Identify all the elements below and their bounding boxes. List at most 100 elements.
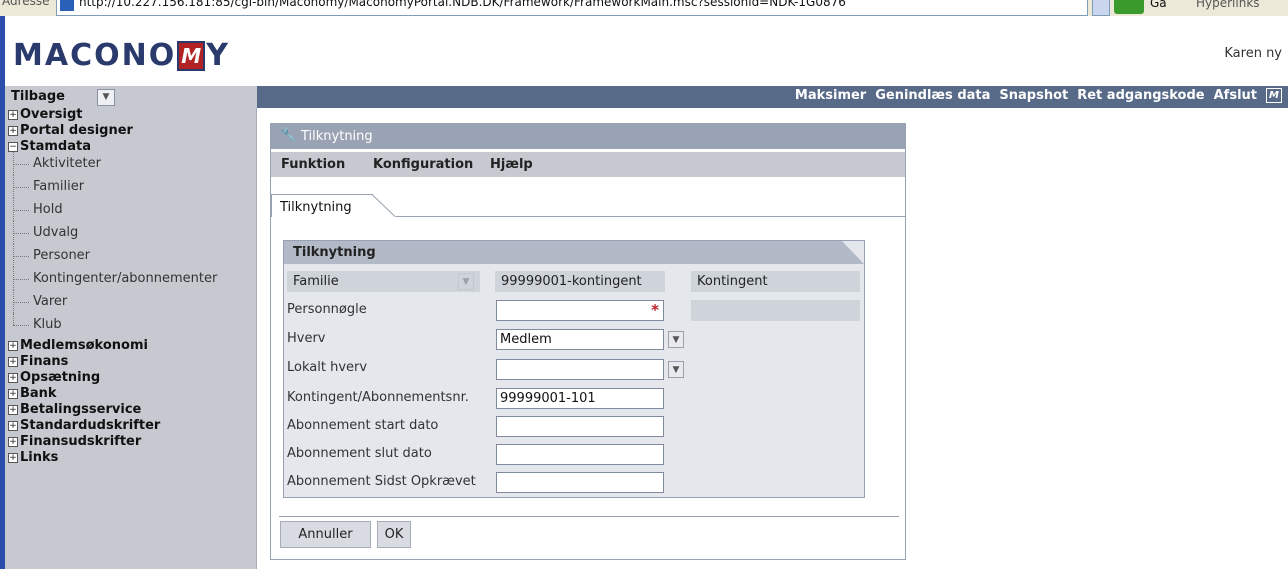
go-button[interactable]: Gå — [1150, 0, 1167, 10]
sidst-opkraevet-input[interactable] — [496, 472, 664, 493]
sidebar-category-oversigt[interactable]: + Oversigt — [5, 108, 256, 121]
chevron-down-icon: ▼ — [672, 335, 680, 345]
expand-icon[interactable]: + — [8, 357, 18, 367]
sidebar-item-personer[interactable]: Personer — [5, 244, 256, 267]
sidebar-category-finansudskrifter[interactable]: + Finansudskrifter — [5, 434, 256, 449]
links-toolbar[interactable]: Hyperlinks — [1196, 0, 1260, 10]
personnoegle-label: Personnøgle — [287, 302, 367, 317]
menu-hjaelp[interactable]: Hjælp — [490, 157, 533, 172]
top-toolbar: Tilbage ▼ Maksimer Genindlæs data Snapsh… — [5, 86, 1288, 108]
cancel-button[interactable]: Annuller — [280, 521, 371, 548]
logo-m-mark: M — [177, 41, 206, 71]
sidebar-category-label: Medlemsøkonomi — [20, 338, 148, 353]
user-name: Karen ny — [1224, 46, 1282, 61]
tilknytning-panel: 🔧 Tilknytning Funktion Konfiguration Hjæ… — [270, 123, 906, 560]
expand-icon[interactable]: + — [8, 421, 18, 431]
sidebar-category-links[interactable]: + Links — [5, 450, 256, 465]
sidebar-category-opsaetning[interactable]: + Opsætning — [5, 370, 256, 385]
sidebar-category-portal-designer[interactable]: + Portal designer — [5, 123, 256, 138]
sidebar-category-label: Finans — [20, 354, 69, 369]
expand-icon[interactable]: + — [8, 341, 18, 351]
chevron-down-icon: ▼ — [462, 277, 470, 287]
start-dato-label: Abonnement start dato — [287, 418, 439, 433]
chevron-down-icon: ▼ — [102, 92, 110, 102]
reload-data-link[interactable]: Genindlæs data — [875, 88, 990, 103]
main-content: 🔧 Tilknytning Funktion Konfiguration Hjæ… — [257, 108, 1288, 569]
collapse-icon[interactable]: − — [8, 142, 18, 152]
panel-title-bar: 🔧 Tilknytning — [271, 124, 905, 149]
familie-dropdown: ▼ — [458, 273, 474, 290]
start-dato-input[interactable] — [496, 416, 664, 437]
snapshot-link[interactable]: Snapshot — [999, 88, 1068, 103]
personnoegle-input[interactable]: * — [496, 300, 664, 321]
sidebar-category-label: Links — [20, 450, 59, 465]
logo-text-pre: MACONO — [13, 38, 177, 73]
wrench-icon: 🔧 — [280, 128, 297, 143]
slut-dato-label: Abonnement slut dato — [287, 446, 432, 461]
familie-label-cell: Familie ▼ — [287, 271, 480, 292]
ok-button[interactable]: OK — [377, 521, 411, 548]
sidebar-category-label: Betalingsservice — [20, 402, 142, 417]
menu-funktion[interactable]: Funktion — [281, 157, 345, 172]
go-arrow-icon[interactable] — [1114, 0, 1144, 14]
tab-slant-edge — [372, 194, 396, 217]
sidebar-category-label: Opsætning — [20, 370, 101, 385]
page-icon — [60, 0, 74, 11]
lokalt-hverv-label: Lokalt hverv — [287, 360, 368, 375]
browser-address-bar: Adresse http://10.227.156.181:85/cgi-bin… — [0, 0, 1288, 17]
tab-tilknytning[interactable]: Tilknytning — [271, 194, 373, 217]
panel-menu-bar: Funktion Konfiguration Hjælp — [271, 152, 905, 177]
familie-label: Familie — [293, 274, 339, 289]
expand-icon[interactable]: + — [8, 373, 18, 383]
menu-konfiguration[interactable]: Konfiguration — [373, 157, 473, 172]
kontingent-nr-input[interactable]: 99999001-101 — [496, 388, 664, 409]
button-divider — [279, 516, 899, 517]
app-header: MACONO M Y Karen ny — [5, 16, 1288, 86]
hverv-label: Hverv — [287, 331, 326, 346]
sidebar-category-standardudskrifter[interactable]: + Standardudskrifter — [5, 419, 256, 432]
expand-icon[interactable]: + — [8, 126, 18, 136]
sidebar-item-aktiviteter[interactable]: Aktiviteter — [5, 152, 256, 175]
sidebar-category-bank[interactable]: + Bank — [5, 387, 256, 400]
sidebar-item-klub[interactable]: Klub — [5, 313, 256, 336]
tilknytning-fieldset: Tilknytning Familie ▼ 99999001-kontingen… — [283, 240, 865, 498]
maximize-link[interactable]: Maksimer — [795, 88, 866, 103]
sidebar-category-betalingsservice[interactable]: + Betalingsservice — [5, 402, 256, 417]
hverv-dropdown-button[interactable]: ▼ — [668, 331, 684, 348]
sidst-opkraevet-label: Abonnement Sidst Opkrævet — [287, 474, 476, 489]
sidebar-item-familier[interactable]: Familier — [5, 175, 256, 198]
sidebar-category-medlemsokonomi[interactable]: + Medlemsøkonomi — [5, 338, 256, 353]
expand-icon[interactable]: + — [8, 453, 18, 463]
panel-title: Tilknytning — [301, 129, 373, 144]
familie-value: 99999001-kontingent — [495, 271, 665, 292]
sidebar-category-label: Finansudskrifter — [20, 434, 142, 449]
tab-label: Tilknytning — [280, 200, 352, 215]
url-dropdown-button[interactable] — [1092, 0, 1110, 16]
personnoegle-extra — [691, 300, 860, 321]
sidebar-category-finans[interactable]: + Finans — [5, 354, 256, 369]
back-dropdown-button[interactable]: ▼ — [97, 89, 115, 106]
sidebar-item-udvalg[interactable]: Udvalg — [5, 221, 256, 244]
familie-kontingent-value: Kontingent — [691, 271, 860, 292]
expand-icon[interactable]: + — [8, 110, 18, 120]
sidebar-category-label: Portal designer — [20, 123, 133, 138]
maconomy-logo: MACONO M Y — [13, 40, 230, 72]
sidebar-item-hold[interactable]: Hold — [5, 198, 256, 221]
change-password-link[interactable]: Ret adgangskode — [1077, 88, 1204, 103]
sidebar-item-kontingenter[interactable]: Kontingenter/abonnementer — [5, 267, 256, 290]
url-input[interactable]: http://10.227.156.181:85/cgi-bin/Maconom… — [56, 0, 1088, 16]
lokalt-hverv-select[interactable] — [496, 359, 664, 380]
sidebar-item-varer[interactable]: Varer — [5, 290, 256, 313]
fieldset-header: Tilknytning — [284, 241, 864, 264]
url-text: http://10.227.156.181:85/cgi-bin/Maconom… — [79, 0, 846, 9]
hverv-select[interactable]: Medlem — [496, 329, 664, 350]
expand-icon[interactable]: + — [8, 437, 18, 447]
fieldset-title: Tilknytning — [293, 245, 376, 260]
lokalt-hverv-dropdown-button[interactable]: ▼ — [668, 361, 684, 378]
kontingent-nr-label: Kontingent/Abonnementsnr. — [287, 390, 469, 405]
expand-icon[interactable]: + — [8, 405, 18, 415]
slut-dato-input[interactable] — [496, 444, 664, 465]
back-button[interactable]: Tilbage — [11, 89, 65, 104]
logout-link[interactable]: Afslut — [1214, 88, 1257, 103]
expand-icon[interactable]: + — [8, 389, 18, 399]
